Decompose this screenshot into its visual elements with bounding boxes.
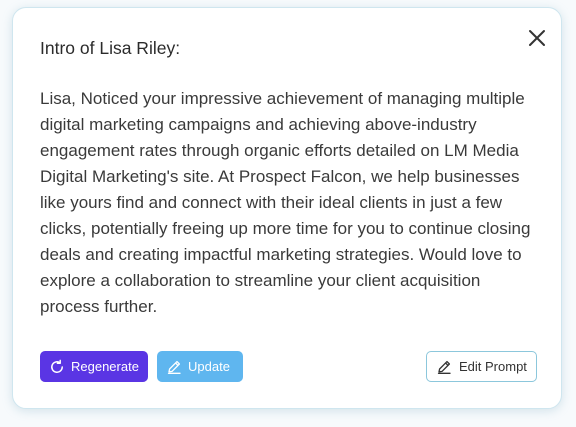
update-button[interactable]: Update xyxy=(157,351,243,382)
refresh-icon xyxy=(49,359,65,375)
edit-prompt-button[interactable]: Edit Prompt xyxy=(426,351,537,382)
intro-message: Lisa, Noticed your impressive achievemen… xyxy=(40,89,531,316)
regenerate-label: Regenerate xyxy=(71,359,139,374)
pencil-icon xyxy=(436,359,452,375)
update-label: Update xyxy=(188,359,230,374)
close-button[interactable] xyxy=(525,26,549,50)
close-icon xyxy=(529,30,545,46)
regenerate-button[interactable]: Regenerate xyxy=(40,351,148,382)
pencil-icon xyxy=(166,359,182,375)
intro-dialog: Intro of Lisa Riley: Lisa, Noticed your … xyxy=(12,7,562,409)
edit-prompt-label: Edit Prompt xyxy=(459,359,527,374)
dialog-title: Intro of Lisa Riley: xyxy=(40,38,181,58)
